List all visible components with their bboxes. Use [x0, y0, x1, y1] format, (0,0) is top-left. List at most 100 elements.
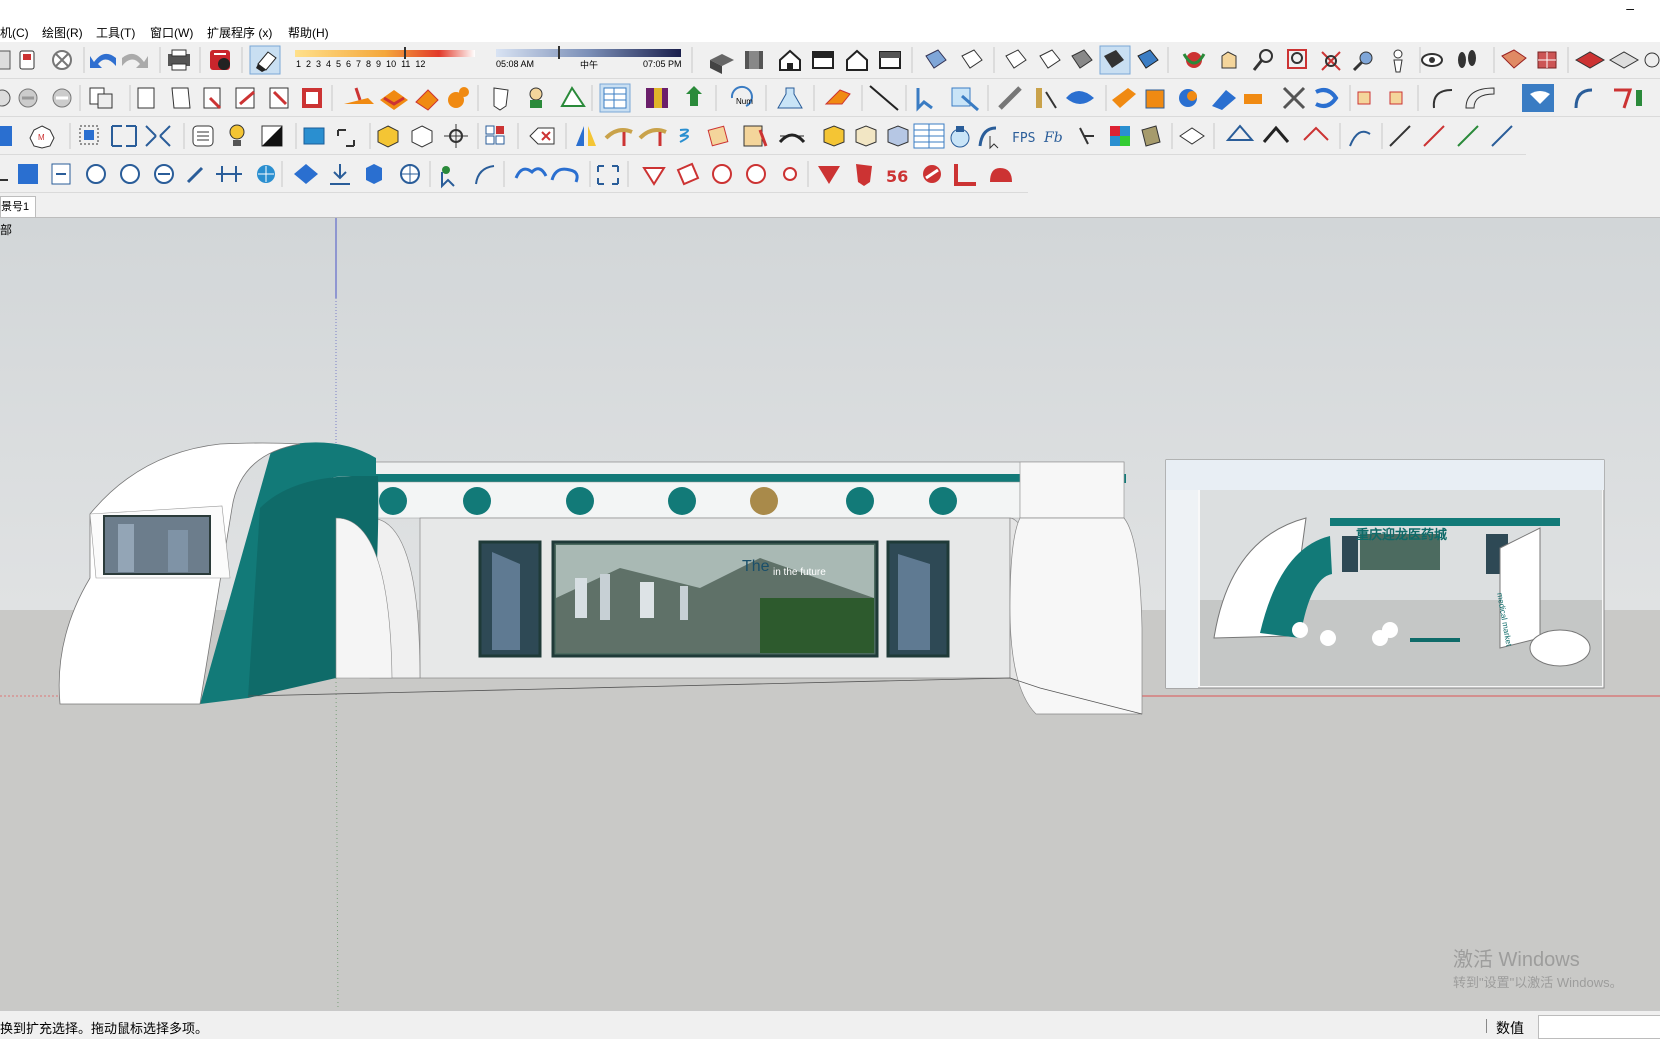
menu-item-4[interactable]: 扩展程序 (x)	[207, 24, 272, 41]
rotate-icon	[1036, 88, 1057, 109]
outer-shell-icon	[52, 88, 72, 108]
poster-subline: in the future	[773, 567, 826, 578]
pushpull-icon	[1179, 89, 1197, 107]
menu-item-0[interactable]: 机(C)	[0, 24, 29, 41]
scale-icon	[1066, 91, 1094, 104]
scene-tab-1[interactable]: 景号1	[0, 196, 36, 217]
shaded-icon	[1039, 49, 1061, 69]
tools-extra-icon	[1614, 88, 1642, 109]
pan-icon	[1221, 51, 1237, 69]
subtract-icon	[171, 87, 191, 109]
measurements-input[interactable]	[1538, 1015, 1660, 1039]
flask2-icon	[950, 126, 970, 148]
arc3-icon	[475, 165, 495, 185]
leaf-icon	[560, 86, 586, 107]
gradient-map-icon	[646, 88, 668, 108]
right-view-icon	[812, 51, 834, 69]
label-icon	[676, 162, 700, 186]
zoom-extents-icon	[1321, 51, 1341, 71]
hidden-line-icon	[1005, 49, 1027, 69]
left-view-icon	[879, 51, 901, 69]
contrast-icon	[261, 125, 283, 147]
toolbar-row-4-icons[interactable]: 56	[0, 156, 1028, 192]
measurements-label: 数值	[1496, 1020, 1524, 1036]
ridge-icon	[1303, 126, 1329, 141]
mirror-icon	[576, 126, 596, 146]
brick-icon	[599, 83, 631, 113]
bezier-icon	[1244, 94, 1262, 104]
group-icon	[18, 88, 38, 108]
frame2-icon	[1389, 91, 1403, 105]
shadow-months-slider	[295, 47, 475, 59]
model-scene[interactable]	[0, 218, 1660, 1010]
toolbar-row-3-icons[interactable]: M FPS Fb	[0, 118, 1526, 154]
position-camera-icon	[1393, 49, 1403, 73]
rbc-icon	[818, 166, 840, 184]
svg-text:M: M	[38, 133, 45, 142]
pointer-icon	[441, 166, 455, 189]
shield-icon	[856, 164, 872, 186]
palette-icon	[746, 164, 766, 184]
delete-icon	[529, 127, 555, 145]
scene-tabs: 景号1	[0, 195, 1660, 218]
box3d-icon	[366, 164, 382, 184]
minus-icon	[154, 164, 174, 184]
menu-item-5[interactable]: 帮助(H)	[288, 24, 329, 41]
arc2-icon	[1432, 89, 1453, 109]
roof-open-icon	[1262, 125, 1290, 143]
box-icon	[411, 125, 433, 148]
zoom-icon	[1252, 49, 1273, 71]
erase-circle-icon	[52, 50, 72, 70]
menu-item-2[interactable]: 工具(T)	[96, 24, 135, 41]
paint-bucket-icon	[707, 125, 729, 147]
plank-icon	[1141, 125, 1161, 147]
axes-icon	[1079, 127, 1094, 145]
tape-icon	[1112, 88, 1136, 108]
curve-icon	[824, 89, 851, 105]
toolbar-row-2-icons[interactable]: Num	[0, 80, 1660, 116]
toolbar-row-2: Num	[0, 80, 1660, 117]
toolbar-row-1-icons[interactable]	[0, 42, 1660, 78]
cursor-icon	[978, 126, 999, 150]
shadow-time-end: 07:05 PM	[643, 59, 682, 69]
grid-sphere-icon	[400, 164, 420, 184]
toolbar-row-4: 56	[0, 156, 1028, 193]
cube-outline-icon	[855, 125, 877, 147]
cube-icon	[823, 125, 845, 147]
colored-face-icon	[1137, 49, 1159, 69]
front-view-icon	[779, 49, 801, 71]
layer-icon	[269, 87, 289, 109]
pin-icon	[529, 87, 543, 108]
union-icon	[137, 87, 155, 109]
minimize-button[interactable]: –	[1626, 0, 1634, 16]
light-bulb-icon	[229, 124, 245, 146]
arc-pointer-icon	[1574, 88, 1593, 109]
terrain-icon	[1608, 51, 1640, 69]
open-icon	[19, 50, 35, 70]
frame-icon	[1357, 91, 1371, 105]
rectangle-icon	[303, 127, 325, 145]
textured-icon	[1071, 49, 1093, 69]
red-bracket-icon	[954, 164, 976, 186]
shield-outline-icon	[493, 87, 509, 111]
cloud-link-icon	[550, 167, 579, 183]
model-info-icon	[210, 50, 230, 70]
sweep-icon	[1465, 87, 1495, 109]
zoom-window-icon	[1287, 49, 1307, 69]
model-viewport[interactable]: 部 The in the future 重庆迎龙医药城 medical mark…	[0, 218, 1660, 1010]
paint-icon	[302, 88, 322, 108]
arch-icon	[778, 133, 806, 144]
top-view-icon	[745, 51, 763, 69]
back-view-icon	[846, 49, 868, 71]
menu-item-1[interactable]: 绘图(R)	[42, 24, 83, 41]
eraser-icon	[249, 45, 281, 75]
dimension-icon	[337, 129, 355, 147]
menu-item-3[interactable]: 窗口(W)	[150, 24, 193, 41]
shadow-time-mid: 中午	[580, 60, 599, 70]
status-message: 换到扩充选择。拖动鼠标选择多项。	[0, 1021, 209, 1036]
toolbar-row-3: M FPS Fb	[0, 118, 1526, 155]
badge-icon: M	[29, 125, 55, 149]
red-circle-icon	[923, 165, 941, 183]
flask-icon	[777, 87, 803, 109]
activation-watermark-sub: 转到"设置"以激活 Windows。	[1453, 975, 1623, 990]
